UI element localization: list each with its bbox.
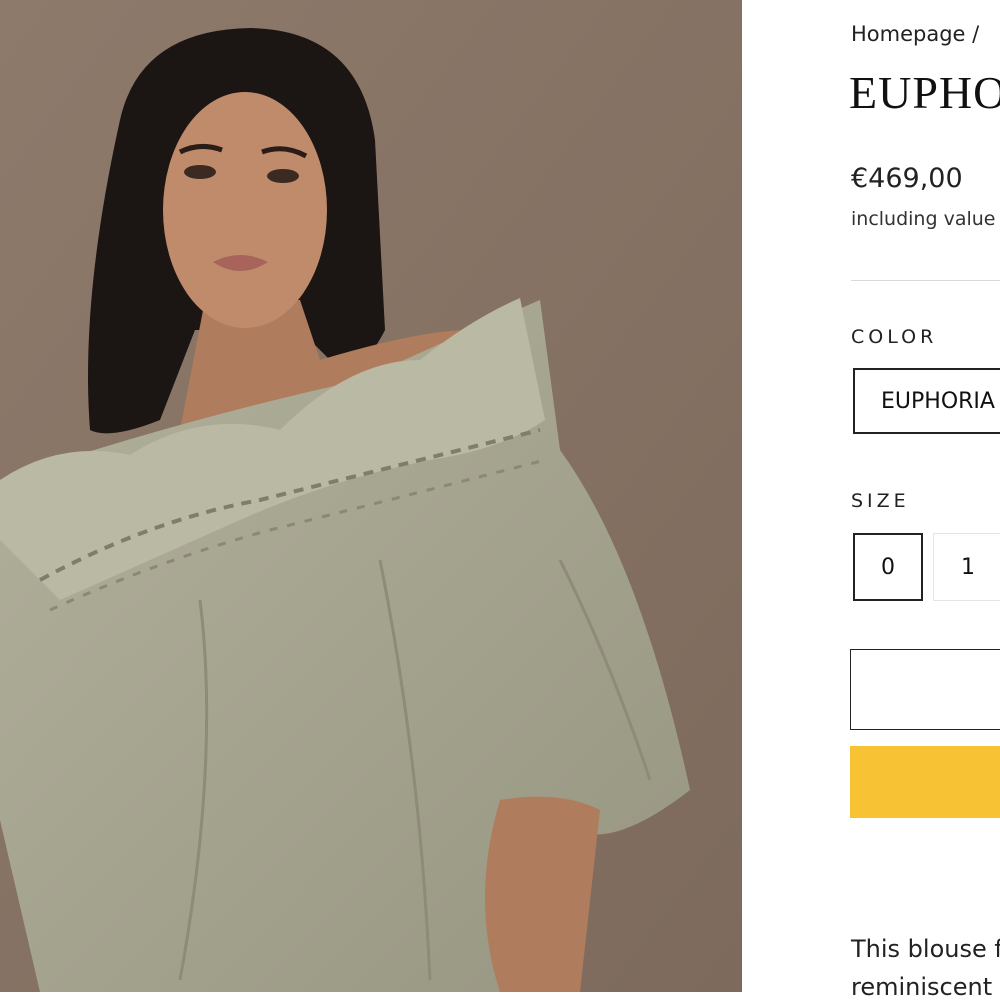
size-option-0[interactable]: 0 — [853, 533, 923, 601]
breadcrumb: Homepage / — [851, 22, 979, 46]
color-label: COLOR — [851, 326, 938, 348]
description-line-2: reminiscent o — [851, 973, 1000, 1001]
product-title: EUPHO — [849, 67, 1000, 118]
divider — [851, 280, 1000, 281]
breadcrumb-separator: / — [972, 22, 980, 46]
price-note: including value — [851, 208, 996, 230]
description-line-1: This blouse fr — [851, 935, 1000, 963]
color-select[interactable]: EUPHORIA — [853, 368, 1000, 434]
color-selected-value: EUPHORIA — [881, 388, 995, 414]
breadcrumb-home-link[interactable]: Homepage — [851, 22, 965, 46]
size-label: SIZE — [851, 490, 910, 512]
product-description: This blouse fr reminiscent o — [851, 930, 1000, 1006]
product-photo — [0, 0, 742, 992]
size-option-1[interactable]: 1 — [933, 533, 1000, 601]
product-price: €469,00 — [851, 163, 963, 194]
add-to-cart-button[interactable] — [850, 746, 1000, 818]
quantity-field[interactable] — [850, 649, 1000, 730]
